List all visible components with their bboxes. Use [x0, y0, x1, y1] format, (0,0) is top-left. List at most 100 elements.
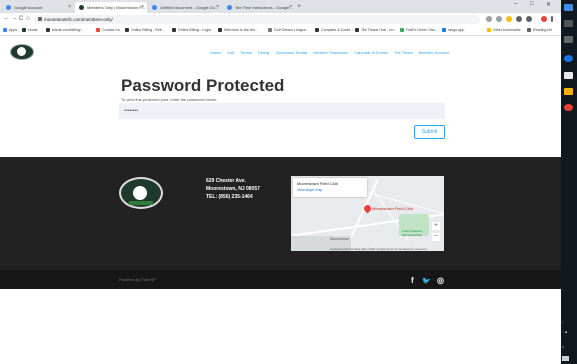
docs-favicon-icon	[227, 5, 232, 10]
close-tab-icon[interactable]: ×	[216, 2, 219, 13]
zoom-in-button[interactable]: +	[432, 222, 440, 230]
reload-button[interactable]: C	[19, 14, 23, 24]
tab-members-only[interactable]: Members Only | Moorestown Fi... ×	[75, 2, 147, 13]
password-prompt: To view this protected post, enter the p…	[121, 97, 218, 102]
address-line-2: Moorestown, NJ 08057	[206, 186, 260, 192]
nav-clubhouse-rental[interactable]: Clubhouse Rental	[275, 50, 307, 55]
nav-golf[interactable]: Golf	[227, 50, 234, 55]
bottom-bar	[0, 270, 561, 289]
home-button[interactable]: ⌂	[26, 14, 30, 24]
site-icon	[218, 28, 222, 33]
close-tab-icon[interactable]: ×	[68, 2, 71, 13]
wifi-icon[interactable]: ◔ ◀	[562, 330, 567, 334]
powered-by[interactable]: Powered by Fore!SP	[119, 277, 156, 282]
nav-home[interactable]: Home	[210, 50, 221, 55]
zoom-out-button[interactable]: −	[432, 233, 440, 241]
bookmark-online-billing-login[interactable]: Online Billing - Login	[172, 27, 211, 34]
file-explorer-icon[interactable]	[564, 88, 573, 95]
menu-icon[interactable]	[551, 16, 553, 22]
bookmark-billing[interactable]: mtsdb.com/billing/...	[46, 27, 84, 34]
close-tab-icon[interactable]: ×	[289, 2, 292, 13]
tab-google-account[interactable]: Google Account ×	[2, 2, 74, 13]
club-logo[interactable]	[10, 44, 34, 60]
nav-member-account[interactable]: Member Account	[419, 50, 449, 55]
page-title: Password Protected	[121, 76, 285, 95]
close-window-button[interactable]: ✕	[546, 1, 551, 8]
clock[interactable]: ▪▪	[562, 345, 564, 349]
close-tab-icon[interactable]: ×	[141, 2, 144, 13]
edge-icon[interactable]	[564, 55, 573, 62]
bookmark-range-app[interactable]: range-app	[442, 27, 464, 34]
lock-icon[interactable]	[38, 17, 42, 21]
apps-icon	[3, 28, 7, 33]
site-favicon-icon	[79, 5, 84, 10]
new-tab-button[interactable]: +	[297, 2, 301, 12]
logo-emblem	[133, 186, 147, 200]
tray-chevron-icon[interactable]: ‹	[562, 320, 563, 324]
puzzle-icon[interactable]	[516, 16, 522, 22]
footer	[0, 157, 561, 270]
nav-tennis[interactable]: Tennis	[240, 50, 252, 55]
site-icon	[125, 28, 129, 33]
facebook-icon[interactable]: f	[411, 276, 414, 285]
account-icon[interactable]	[526, 16, 532, 22]
nav-tee-times[interactable]: Tee Times	[394, 50, 412, 55]
minimize-button[interactable]: –	[514, 1, 517, 7]
bookmark-welcome[interactable]: Welcome to the Mo...	[218, 27, 258, 34]
site-icon	[22, 28, 26, 33]
notifications-icon[interactable]	[562, 356, 569, 361]
tab-untitled-document[interactable]: Untitled document - Google Do... ×	[148, 2, 222, 13]
notification-badge-icon[interactable]	[541, 16, 547, 22]
map-attribution[interactable]: Keyboard shortcuts Map data ©2021 Google…	[330, 247, 427, 251]
site-icon	[268, 28, 272, 33]
instagram-icon[interactable]: ◎	[437, 276, 444, 285]
maximize-button[interactable]: □	[530, 1, 534, 7]
task-view-icon[interactable]	[564, 36, 573, 43]
docs-favicon-icon	[152, 5, 157, 10]
site-icon	[46, 28, 50, 33]
site-nav: Home Golf Tennis Dining Clubhouse Rental…	[210, 50, 454, 55]
site-icon	[172, 28, 176, 33]
nav-calendar-of-events[interactable]: Calendar of Events	[354, 50, 388, 55]
search-icon[interactable]	[564, 20, 573, 27]
bookmark-golf-genius[interactable]: Golf Genius League...	[268, 27, 309, 34]
bookmark-tee-times[interactable]: Tee Times! Hub - rm...	[355, 27, 396, 34]
star-icon[interactable]	[506, 16, 512, 22]
google-favicon-icon	[6, 5, 11, 10]
password-field[interactable]	[119, 103, 445, 119]
back-button[interactable]: ←	[3, 14, 10, 24]
extension-icon[interactable]	[486, 16, 492, 22]
address-bar[interactable]: moorestownfc.com/members-only/	[34, 15, 480, 24]
bookmark-apps[interactable]: Apps	[3, 27, 17, 34]
nav-dining[interactable]: Dining	[258, 50, 269, 55]
logo-banner	[129, 201, 153, 205]
site-icon	[400, 28, 404, 33]
site-icon	[355, 28, 359, 33]
forward-button[interactable]: →	[11, 14, 18, 24]
bookmark-complete[interactable]: Complete & Conte...	[315, 27, 353, 34]
bookmark-home[interactable]: Home	[22, 27, 38, 34]
site-icon	[315, 28, 319, 33]
windows-start-icon[interactable]	[564, 4, 573, 11]
nav-member-resources[interactable]: Member Resources	[313, 50, 348, 55]
bookmark-fedex[interactable]: FedEx Green Stro...	[400, 27, 438, 34]
tab-tee-time-instructions[interactable]: Tee Time Instructions - Google ... ×	[223, 2, 295, 13]
bookmark-online-billing-settings[interactable]: Online Billing - Sett...	[125, 27, 165, 34]
map-area-label: Moorestown	[330, 237, 350, 241]
map-place-name: Moorestown Field Club	[297, 181, 338, 186]
submit-button[interactable]: Submit	[414, 125, 445, 139]
share-icon[interactable]	[496, 16, 502, 22]
map-park-label: Frank Fellowes Memorial Park	[402, 229, 423, 237]
bookmark-contact[interactable]: Contact Us	[96, 27, 120, 34]
map-pin-label: Moorestown Field Club	[372, 206, 413, 211]
phone-number[interactable]: TEL: (856) 235-1464	[206, 194, 253, 200]
logo-emblem	[17, 47, 26, 56]
twitter-icon[interactable]: 🐦	[422, 277, 431, 285]
folder-icon	[487, 28, 491, 33]
view-larger-map-link[interactable]: View larger map	[297, 188, 322, 192]
bookmark-reading-list[interactable]: Reading list	[527, 27, 552, 34]
bookmark-other[interactable]: Other bookmarks	[487, 27, 521, 34]
chrome-icon[interactable]	[564, 104, 573, 111]
app-icon[interactable]	[564, 72, 573, 79]
reading-list-icon	[527, 28, 531, 33]
